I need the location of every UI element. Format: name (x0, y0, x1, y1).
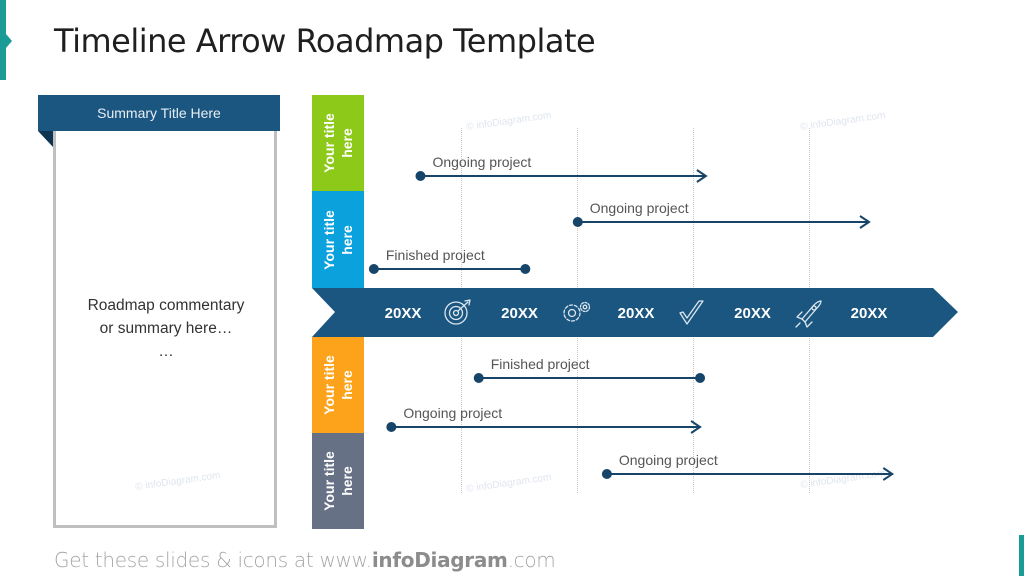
project-start-dot (473, 373, 484, 383)
footer-suffix: .com (507, 548, 556, 572)
timeline-diagram: 20XX 20XX 20XX 20XX 20XX Ongoing project Ongo… (312, 154, 958, 481)
period-label: 20XX (618, 305, 655, 322)
period-label: 20XX (385, 305, 422, 322)
project-label: Ongoing project (432, 154, 531, 170)
project-start-dot (415, 171, 426, 181)
ongoing-project-bar: Ongoing project (601, 452, 895, 481)
ongoing-project-bar: Ongoing project (415, 154, 708, 183)
project-label: Ongoing project (590, 200, 689, 216)
period-label: 20XX (734, 305, 771, 322)
footer-credit: Get these slides & icons at www.infoDiag… (54, 548, 556, 572)
footer-prefix: Get these slides & icons at www. (54, 548, 372, 572)
project-label: Ongoing project (403, 405, 502, 421)
project-end-dot (695, 373, 706, 383)
project-label: Finished project (386, 247, 485, 263)
ongoing-project-bar: Ongoing project (572, 200, 871, 229)
project-start-dot (572, 217, 583, 227)
footer-brand: infoDiagram (371, 548, 508, 572)
period-label: 20XX (851, 305, 888, 322)
finished-project-bar: Finished project (473, 356, 706, 383)
project-start-dot (601, 469, 612, 479)
project-start-dot (368, 264, 379, 274)
ongoing-project-bar: Ongoing project (386, 405, 702, 434)
project-start-dot (386, 422, 397, 432)
project-label: Ongoing project (619, 452, 718, 468)
finished-project-bar: Finished project (368, 247, 531, 274)
period-label: 20XX (501, 305, 538, 322)
project-end-dot (520, 264, 531, 274)
project-label: Finished project (491, 356, 590, 372)
